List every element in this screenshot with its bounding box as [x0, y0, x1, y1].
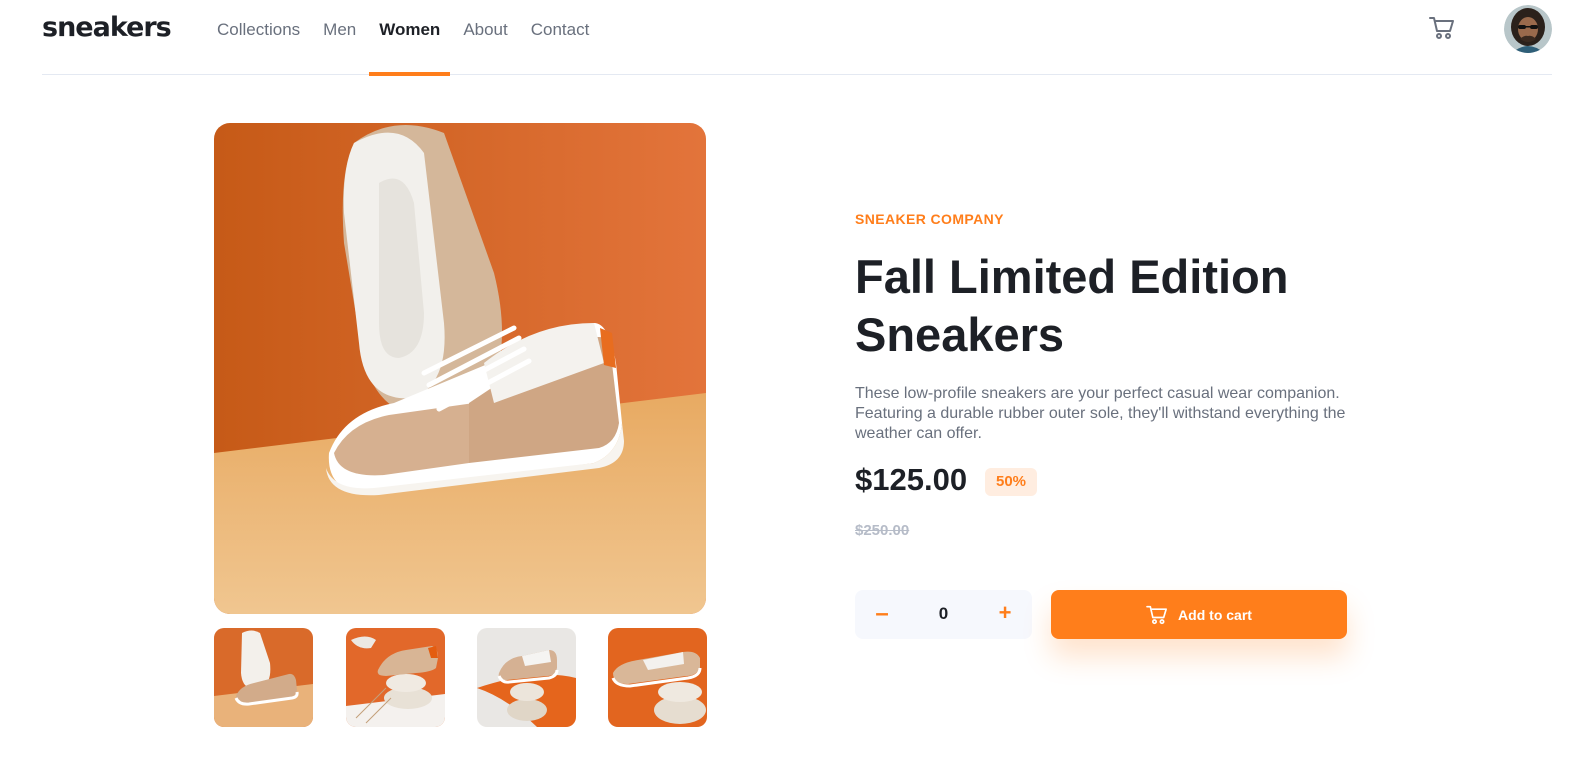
quantity-stepper: – 0 + [855, 590, 1032, 639]
logo[interactable]: sneakers [42, 12, 172, 43]
discount-badge: 50% [985, 468, 1037, 496]
product-title: Fall Limited Edition Sneakers [855, 250, 1289, 361]
site-header: sneakers Collections Men Women About Con… [42, 0, 1552, 76]
avatar[interactable] [1504, 5, 1552, 53]
thumbnail-4[interactable] [608, 628, 707, 727]
main-product-image[interactable] [214, 123, 706, 614]
nav-contact[interactable]: Contact [531, 0, 590, 75]
add-to-cart-label: Add to cart [1178, 606, 1252, 623]
quantity-value: 0 [938, 604, 949, 623]
thumbnail-strip [214, 628, 707, 727]
original-price: $250.00 [855, 522, 910, 539]
nav-men[interactable]: Men [323, 0, 356, 75]
company-label: SNEAKER COMPANY [855, 211, 1004, 227]
nav-collections[interactable]: Collections [217, 0, 300, 75]
current-price: $125.00 [855, 462, 968, 497]
increase-quantity-button[interactable]: + [994, 599, 1016, 627]
add-to-cart-button[interactable]: Add to cart [1051, 590, 1347, 639]
main-nav: Collections Men Women About Contact [217, 0, 612, 76]
thumbnail-3[interactable] [477, 628, 576, 727]
cart-icon [1146, 605, 1168, 624]
product-page: sneakers Collections Men Women About Con… [0, 0, 1594, 778]
nav-about[interactable]: About [463, 0, 507, 75]
nav-women[interactable]: Women [369, 0, 451, 76]
product-description: These low-profile sneakers are your perf… [855, 385, 1346, 442]
thumbnail-1[interactable] [214, 628, 313, 727]
decrease-quantity-button[interactable]: – [871, 600, 893, 628]
cart-icon[interactable] [1429, 16, 1455, 40]
thumbnail-2[interactable] [346, 628, 445, 727]
